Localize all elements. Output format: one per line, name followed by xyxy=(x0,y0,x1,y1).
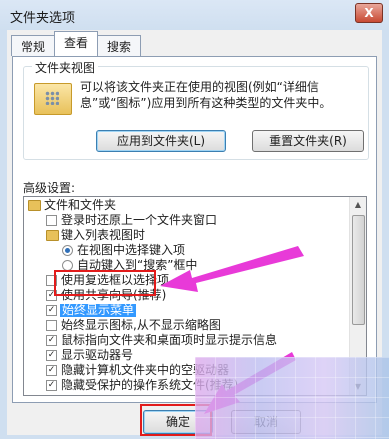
folder-options-window: 文件夹选项 X 常规 查看 搜索 文件夹视图 可以将该文件夹正在使用的视图(例如… xyxy=(0,0,389,439)
watermark-blur xyxy=(195,357,389,439)
arrow-to-menu-item-icon xyxy=(160,246,304,292)
tab-view[interactable]: 查看 xyxy=(54,31,99,56)
